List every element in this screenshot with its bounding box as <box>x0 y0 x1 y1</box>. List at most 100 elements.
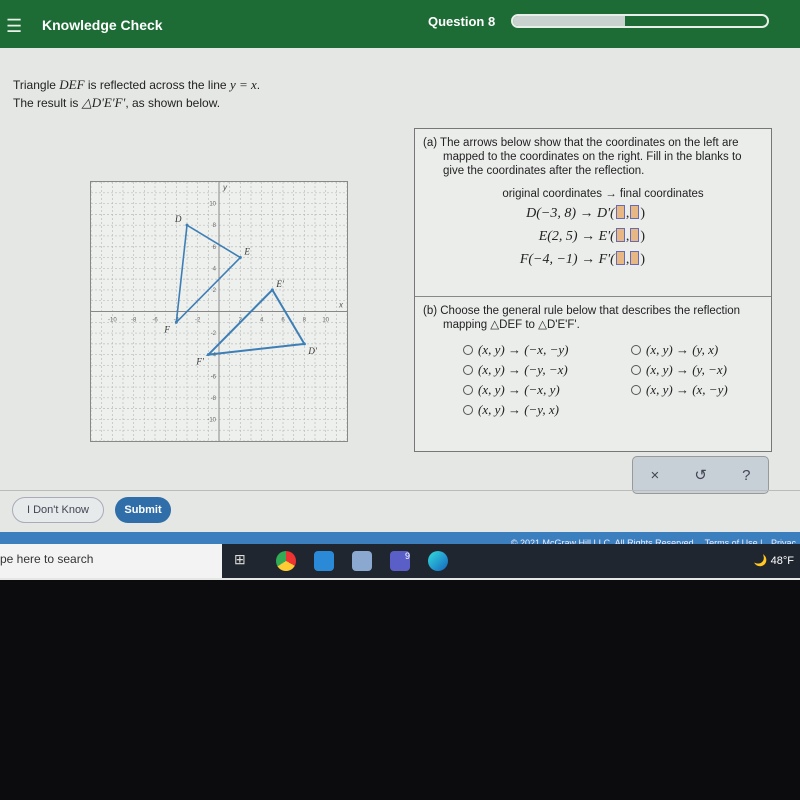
radio-button[interactable] <box>631 345 641 355</box>
part-b-instructions: (b) Choose the general rule below that d… <box>423 305 741 331</box>
prompt-image-triangle: △D'E'F' <box>81 95 126 110</box>
x-axis-label: x <box>338 301 344 310</box>
taskbar-search[interactable]: pe here to search <box>0 544 222 578</box>
x-blank-input[interactable] <box>615 228 625 242</box>
coordinate-row: D(−3, 8) → D'(,) <box>526 205 645 221</box>
temperature: 48°F <box>770 555 794 567</box>
y-tick-label: 2 <box>213 288 217 294</box>
prompt-text: The result is <box>13 96 82 110</box>
remote-desktop-icon[interactable] <box>314 551 334 571</box>
prompt-equation: y = x <box>229 77 257 92</box>
y-tick-label: 8 <box>213 223 217 229</box>
radio-button[interactable] <box>463 365 473 375</box>
prompt-text: Triangle <box>13 78 60 92</box>
app-title: Knowledge Check <box>42 17 163 33</box>
x-blank-input[interactable] <box>615 251 625 265</box>
help-icon[interactable]: ? <box>742 467 750 484</box>
vertex-label: E' <box>275 279 284 289</box>
rule-text: (x, y) → (−y, x) <box>478 402 559 417</box>
edge-icon[interactable] <box>428 551 448 571</box>
original-coordinate: D(−3, 8) → <box>526 206 594 221</box>
y-tick-label: -6 <box>211 374 217 380</box>
vertex-point <box>185 223 189 227</box>
radio-button[interactable] <box>631 385 641 395</box>
rule-option[interactable]: (x, y) → (x, −y) <box>631 382 781 398</box>
y-blank-input[interactable] <box>630 228 640 242</box>
y-tick-label: -10 <box>207 417 216 423</box>
x-tick-label: -8 <box>131 318 137 324</box>
original-coordinate: E(2, 5) → <box>538 229 596 244</box>
vertex-label: D' <box>307 346 317 356</box>
weather: 🌙 48°F <box>753 555 794 567</box>
vertex-point <box>174 320 178 324</box>
rule-option[interactable]: (x, y) → (−x, −y) <box>463 342 631 358</box>
coordinates-header: original coordinates → final coordinates <box>502 188 704 200</box>
undo-icon[interactable]: ↺ <box>694 466 707 484</box>
network-app-icon[interactable] <box>352 551 372 571</box>
y-tick-label: 10 <box>209 202 216 208</box>
teams-badge: 9 <box>404 551 410 561</box>
teams-icon[interactable]: 9 <box>390 551 410 571</box>
part-b: (b) Choose the general rule below that d… <box>415 297 771 425</box>
vertex-label: F <box>163 324 170 334</box>
radio-button[interactable] <box>463 345 473 355</box>
rule-text: (x, y) → (−x, −y) <box>478 342 569 357</box>
y-tick-label: 4 <box>213 266 217 272</box>
rule-options: (x, y) → (−x, −y) (x, y) → (y, x) (x, y) →… <box>463 342 763 418</box>
radio-button[interactable] <box>631 365 641 375</box>
progress-bar <box>511 14 769 28</box>
x-blank-input[interactable] <box>615 205 625 219</box>
prompt-text: is reflected across the line <box>84 78 230 92</box>
answer-tools: × ↺ ? <box>632 456 769 494</box>
dont-know-button[interactable]: I Don't Know <box>12 497 104 523</box>
prompt-triangle: DEF <box>59 77 85 92</box>
rule-option[interactable]: (x, y) → (y, x) <box>631 342 781 358</box>
y-tick-label: 6 <box>213 245 217 251</box>
task-view-icon[interactable]: ⊞ <box>234 551 254 571</box>
vertex-point <box>302 342 306 346</box>
radio-button[interactable] <box>463 405 473 415</box>
image-label: D'( <box>597 206 615 221</box>
vertex-label: E <box>243 247 250 257</box>
progress-fill <box>513 16 625 26</box>
vertex-point <box>270 288 274 292</box>
y-tick-label: -8 <box>211 396 217 402</box>
y-blank-input[interactable] <box>630 251 640 265</box>
submit-button[interactable]: Submit <box>115 497 171 523</box>
rule-option[interactable]: (x, y) → (−y, −x) <box>463 362 631 378</box>
vertex-label: F' <box>195 357 204 367</box>
y-blank-input[interactable] <box>630 205 640 219</box>
y-tick-label: -2 <box>211 331 217 337</box>
taskbar: pe here to search ⊞ 9 🌙 48°F <box>0 544 800 578</box>
radio-button[interactable] <box>463 385 473 395</box>
part-a-instructions: (a) The arrows below show that the coord… <box>423 137 742 177</box>
image-label: F'( <box>598 252 615 267</box>
rule-text: (x, y) → (y, x) <box>646 342 719 357</box>
rule-option[interactable]: (x, y) → (−x, y) <box>463 382 631 398</box>
coordinate-graph: x y -10 -10 -8 -8 -6 -6 -4 -4 -2 -2 2 2 4 4 6 6 8 8 10 10 D E F D… <box>90 181 348 442</box>
image-label: E'( <box>598 229 615 244</box>
x-tick-label: 8 <box>303 318 307 324</box>
x-tick-label: -2 <box>195 318 201 324</box>
coordinate-row: F(−4, −1) → F'(,) <box>519 251 645 267</box>
coordinate-row: E(2, 5) → E'(,) <box>538 228 645 244</box>
vertex-point <box>206 353 210 357</box>
hamburger-icon[interactable]: ☰ <box>6 16 22 37</box>
clear-icon[interactable]: × <box>651 467 660 484</box>
rule-option[interactable]: (x, y) → (y, −x) <box>631 362 781 378</box>
vertex-point <box>238 256 242 260</box>
vertex-label: D <box>174 214 182 224</box>
prompt-text: , as shown below. <box>125 96 221 110</box>
rule-text: (x, y) → (−y, −x) <box>478 362 568 377</box>
x-tick-label: 10 <box>322 318 329 324</box>
question-number: Question 8 <box>428 14 496 29</box>
chrome-icon[interactable] <box>276 551 296 571</box>
rule-option[interactable]: (x, y) → (−y, x) <box>463 402 631 418</box>
question-prompt: Triangle DEF is reflected across the lin… <box>13 76 260 112</box>
answer-panel: (a) The arrows below show that the coord… <box>414 128 772 452</box>
x-tick-label: -10 <box>108 318 117 324</box>
x-tick-label: -6 <box>152 318 158 324</box>
rule-text: (x, y) → (y, −x) <box>646 362 727 377</box>
part-a: (a) The arrows below show that the coord… <box>415 129 771 297</box>
graph-svg: xy-10-10-8-8-6-6-4-4-2-2224466881010DEFD… <box>90 181 348 442</box>
